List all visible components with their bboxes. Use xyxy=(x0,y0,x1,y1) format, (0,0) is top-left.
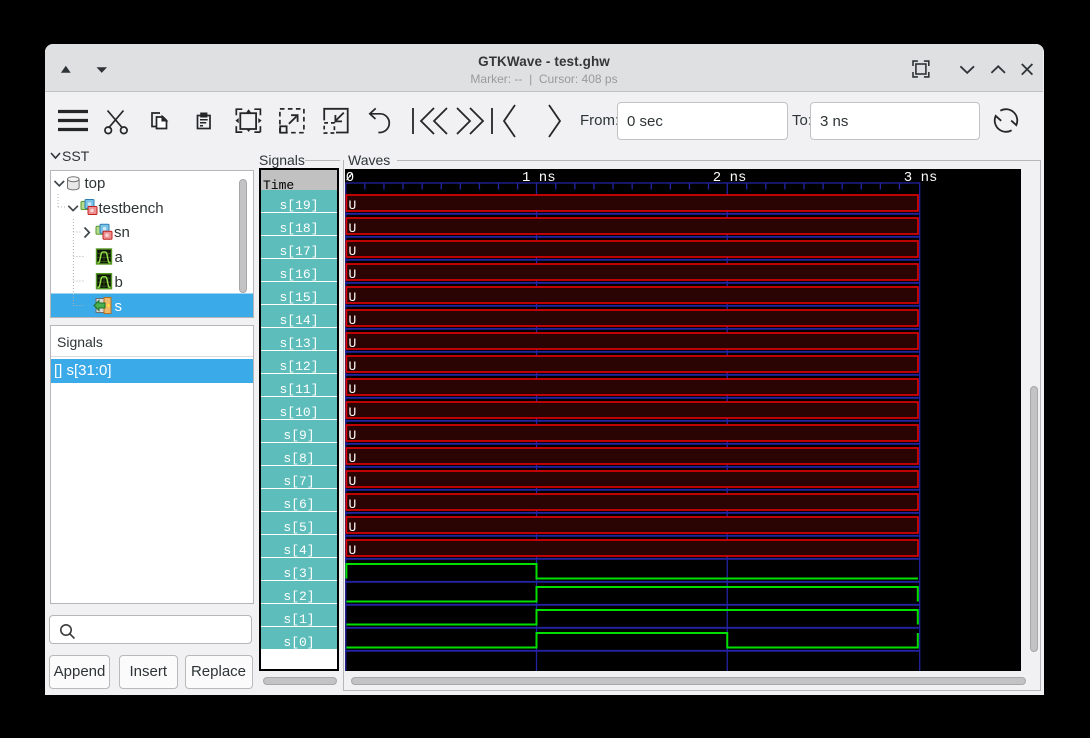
svg-text:U: U xyxy=(349,198,357,213)
svg-text:U: U xyxy=(349,382,357,397)
svg-text:U: U xyxy=(349,543,357,558)
svg-text:U: U xyxy=(349,359,357,374)
svg-text:U: U xyxy=(349,474,357,489)
svg-text:U: U xyxy=(349,336,357,351)
svg-text:U: U xyxy=(349,244,357,259)
svg-text:U: U xyxy=(349,497,357,512)
svg-text:U: U xyxy=(349,405,357,420)
svg-text:U: U xyxy=(349,520,357,535)
svg-text:U: U xyxy=(349,221,357,236)
svg-text:0: 0 xyxy=(346,170,354,186)
svg-text:2 ns: 2 ns xyxy=(713,170,747,186)
svg-text:U: U xyxy=(349,290,357,305)
svg-text:1 ns: 1 ns xyxy=(522,170,556,186)
svg-text:U: U xyxy=(349,313,357,328)
svg-text:U: U xyxy=(349,451,357,466)
svg-text:3 ns: 3 ns xyxy=(904,170,938,186)
svg-text:U: U xyxy=(349,428,357,443)
svg-text:U: U xyxy=(349,267,357,282)
